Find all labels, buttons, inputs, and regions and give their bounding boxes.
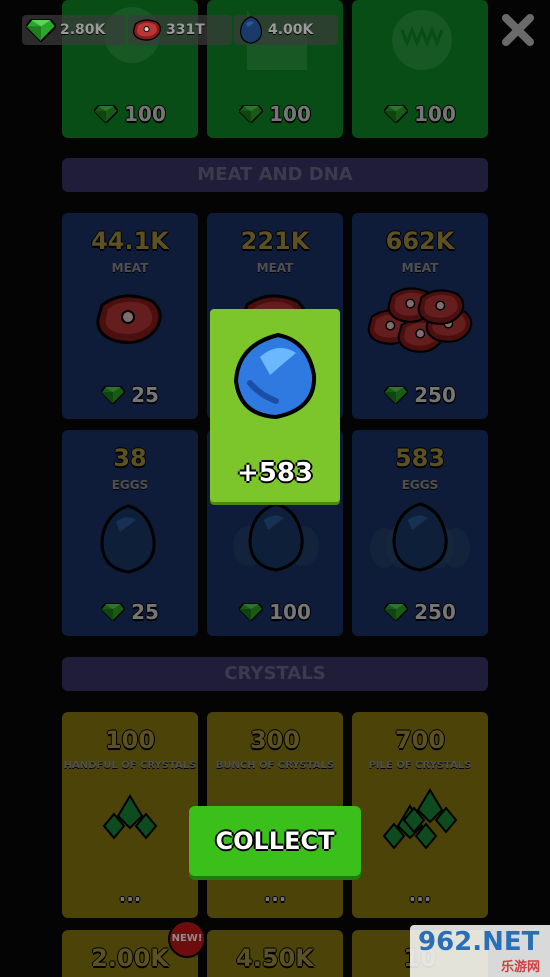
- item-unit: HANDFUL OF CRYSTALS: [63, 760, 197, 771]
- close-icon[interactable]: [500, 12, 536, 48]
- gem-icon: [384, 603, 408, 621]
- price-row: ...: [62, 882, 198, 906]
- price-row: 100: [207, 600, 343, 624]
- item-unit: BUNCH OF CRYSTALS: [215, 760, 335, 771]
- meat-steak-icon: [94, 291, 164, 347]
- green-gem-icon: [26, 18, 56, 42]
- shop-card-crystal-3[interactable]: 700 PILE OF CRYSTALS ...: [352, 712, 488, 918]
- hud-meat: 331T: [128, 15, 232, 45]
- gem-icon: [384, 105, 408, 123]
- item-amount: 38: [113, 444, 147, 472]
- gem-icon: [101, 386, 125, 404]
- shop-card-egg-1[interactable]: 38 EGGS 25: [62, 430, 198, 636]
- item-amount: 300: [249, 726, 301, 754]
- item-amount: 4.50K: [236, 944, 314, 972]
- item-unit: MEAT: [256, 261, 294, 275]
- item-amount: 583: [394, 444, 446, 472]
- price-row: 100: [352, 102, 488, 126]
- price-row: 100: [62, 102, 198, 126]
- hud-gems-value: 2.80K: [60, 22, 106, 38]
- blue-egg-icon: [238, 16, 264, 44]
- watermark-logo: 962.NET: [418, 927, 540, 957]
- item-unit: PILE OF CRYSTALS: [368, 760, 472, 771]
- gem-icon: [384, 386, 408, 404]
- price-row: 25: [62, 383, 198, 407]
- item-amount: 662K: [385, 227, 455, 255]
- site-watermark: 962.NET 乐游网: [410, 925, 550, 977]
- gem-icon: [239, 603, 263, 621]
- reward-card: +583: [210, 309, 340, 502]
- item-unit: EGGS: [111, 478, 149, 492]
- shop-card-meat-1[interactable]: 44.1K MEAT 25: [62, 213, 198, 419]
- price-value: 100: [269, 102, 311, 126]
- section-header-meat-dna: MEAT AND DNA: [62, 158, 488, 192]
- price-value: ...: [263, 882, 287, 906]
- teeth-icon: [392, 10, 452, 70]
- shop-card-meat-3[interactable]: 662K MEAT 250: [352, 213, 488, 419]
- price-value: 250: [414, 600, 456, 624]
- gem-icon: [94, 105, 118, 123]
- shop-card-egg-3[interactable]: 583 EGGS 250: [352, 430, 488, 636]
- price-value: 25: [131, 383, 159, 407]
- item-unit: MEAT: [111, 261, 149, 275]
- item-amount: 700: [394, 726, 446, 754]
- blue-dna-egg-icon: [233, 332, 317, 420]
- price-value: 100: [269, 600, 311, 624]
- crystal-icon: [100, 794, 160, 844]
- price-value: 250: [414, 383, 456, 407]
- hud-gems: 2.80K: [22, 15, 126, 45]
- reward-amount: +583: [236, 458, 314, 488]
- blue-egg-icon: [98, 504, 158, 574]
- price-row: ...: [207, 882, 343, 906]
- shop-card-top-3[interactable]: 100: [352, 0, 488, 138]
- price-row: 250: [352, 600, 488, 624]
- new-badge: NEW!: [170, 922, 204, 956]
- meat-pile-icon: [367, 287, 473, 353]
- item-amount: 44.1K: [91, 227, 169, 255]
- collect-button[interactable]: COLLECT: [189, 806, 361, 876]
- shop-background: 100 100 100 MEAT AND DNA 44.1K MEAT 25 2…: [0, 0, 550, 977]
- watermark-sub: 乐游网: [500, 960, 540, 975]
- shop-card-bottom-2[interactable]: 4.50K: [207, 930, 343, 977]
- hud-dna-value: 4.00K: [268, 22, 314, 38]
- gem-icon: [101, 603, 125, 621]
- crystal-pile-icon: [383, 789, 457, 849]
- item-amount: 100: [104, 726, 156, 754]
- price-value: 25: [131, 600, 159, 624]
- gem-icon: [239, 105, 263, 123]
- hud-dna: 4.00K: [234, 15, 338, 45]
- section-header-crystals: CRYSTALS: [62, 657, 488, 691]
- blue-egg-icon: [233, 502, 319, 572]
- item-amount: 221K: [240, 227, 310, 255]
- meat-steak-icon: [132, 18, 162, 42]
- hud-meat-value: 331T: [166, 22, 205, 38]
- shop-card-crystal-1[interactable]: 100 HANDFUL OF CRYSTALS ...: [62, 712, 198, 918]
- price-row: ...: [352, 882, 488, 906]
- blue-egg-pile-icon: [370, 502, 470, 572]
- price-row: 25: [62, 600, 198, 624]
- item-unit: EGGS: [401, 478, 439, 492]
- price-value: ...: [118, 882, 142, 906]
- price-row: 250: [352, 383, 488, 407]
- price-value: ...: [408, 882, 432, 906]
- item-unit: MEAT: [401, 261, 439, 275]
- price-value: 100: [414, 102, 456, 126]
- price-row: 100: [207, 102, 343, 126]
- price-value: 100: [124, 102, 166, 126]
